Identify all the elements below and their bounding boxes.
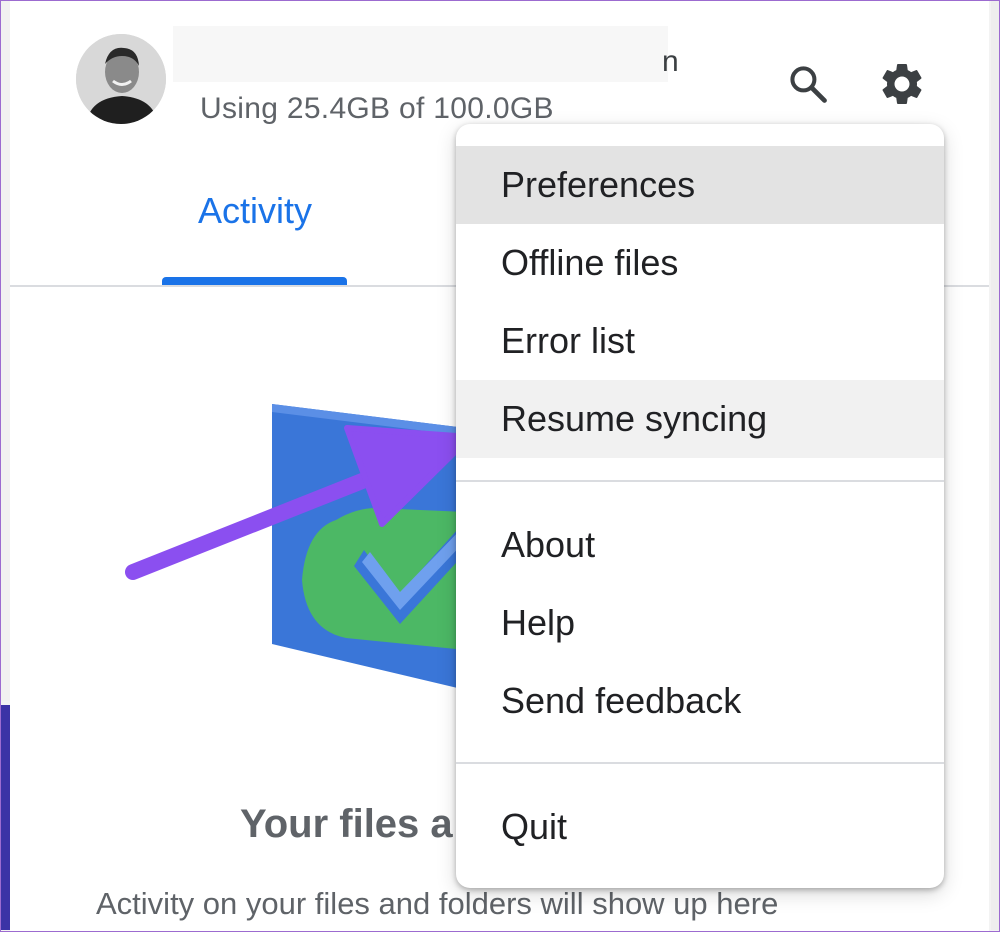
menu-item-resume-syncing[interactable]: Resume syncing [456, 380, 944, 458]
search-icon [790, 66, 827, 103]
menu-item-preferences[interactable]: Preferences [456, 146, 944, 224]
settings-menu: Preferences Offline files Error list Res… [456, 124, 944, 888]
background-window-edge [1, 705, 10, 930]
menu-item-send-feedback[interactable]: Send feedback [456, 662, 944, 740]
empty-state-title: Your files a [240, 802, 453, 846]
account-name: n [662, 45, 679, 78]
menu-item-quit[interactable]: Quit [456, 788, 944, 866]
tab-selected-indicator [162, 277, 347, 285]
storage-usage: Using 25.4GB of 100.0GB [200, 92, 554, 125]
gear-icon [882, 63, 922, 104]
redacted-account-name [173, 26, 668, 82]
background-window-edge [1, 1, 10, 701]
menu-divider [456, 480, 944, 482]
avatar[interactable] [76, 34, 166, 124]
empty-state-description: Activity on your files and folders will … [96, 886, 779, 921]
avatar-photo [76, 34, 166, 124]
background-window-edge [991, 1, 999, 930]
menu-item-about[interactable]: About [456, 506, 944, 584]
menu-item-offline-files[interactable]: Offline files [456, 224, 944, 302]
menu-item-help[interactable]: Help [456, 584, 944, 662]
settings-button[interactable] [874, 56, 930, 112]
menu-item-error-list[interactable]: Error list [456, 302, 944, 380]
search-button[interactable] [780, 56, 836, 112]
sync-complete-illustration [272, 404, 466, 690]
menu-divider [456, 762, 944, 764]
tab-activity[interactable]: Activity [160, 190, 350, 232]
